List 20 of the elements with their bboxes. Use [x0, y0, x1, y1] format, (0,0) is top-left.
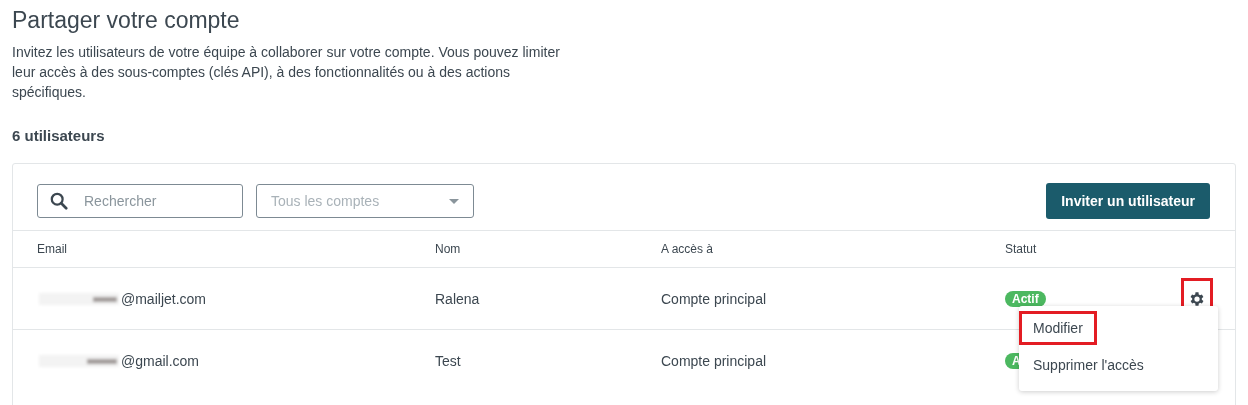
table-cell-text: Compte principal	[661, 352, 768, 369]
column-header: Email	[37, 242, 68, 256]
column-header: Statut	[1005, 242, 1038, 256]
invite-user-button[interactable]: Inviter un utilisateur	[1046, 183, 1210, 219]
settings-icon	[1188, 289, 1206, 308]
column-header: A accès à	[661, 242, 715, 256]
user-count: 6 utilisateurs	[12, 126, 105, 146]
table-cell-text: Test	[435, 352, 462, 369]
search-field[interactable]: Rechercher	[37, 184, 243, 218]
column-header: Nom	[435, 242, 462, 256]
status-badge: Actif	[1005, 290, 1046, 307]
page-description: Invitez les utilisateurs de votre équipe à collaborer sur votre compte. Vous pouvez limiter leur accès à des sous-comptes (clés API), à des fonctionnalités ou à des actions spécifiques.	[12, 43, 561, 102]
table-cell-text: Ralena	[435, 290, 481, 307]
table-cell: @gmail.com	[121, 352, 199, 369]
page-title: Partager votre compte	[12, 6, 241, 34]
table-cell-text: Compte principal	[661, 290, 768, 307]
caret-icon	[449, 198, 459, 204]
table-cell: @mailjet.com	[121, 290, 206, 307]
menu-item[interactable]: Modifier	[1019, 311, 1097, 345]
search-icon	[50, 192, 68, 210]
